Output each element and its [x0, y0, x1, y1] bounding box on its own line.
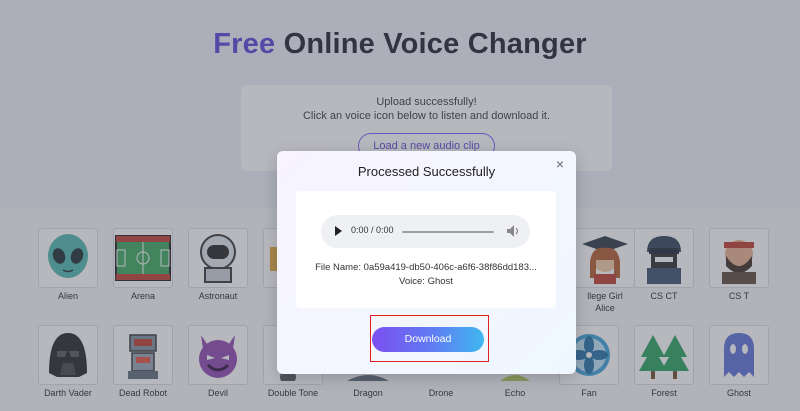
download-button[interactable]: Download: [372, 327, 484, 352]
audio-player[interactable]: 0:00 / 0:00: [321, 215, 530, 248]
file-name-line: File Name: 0a59a419-db50-406c-a6f6-38f86…: [296, 262, 556, 273]
seek-bar[interactable]: [402, 231, 494, 233]
player-time: 0:00 / 0:00: [351, 225, 394, 235]
volume-icon[interactable]: [507, 225, 521, 237]
close-icon[interactable]: ×: [553, 157, 567, 171]
file-name-value: 0a59a419-db50-406c-a6f6-38f86dd183...: [363, 262, 537, 273]
dialog-title: Processed Successfully: [357, 164, 496, 179]
file-name-label: File Name:: [315, 262, 362, 273]
voice-line: Voice: Ghost: [296, 276, 556, 287]
play-icon[interactable]: [335, 226, 342, 236]
result-panel: 0:00 / 0:00 File Name: 0a59a419-db50-406…: [296, 191, 556, 308]
processed-dialog: Processed Successfully × 0:00 / 0:00 Fil…: [277, 151, 576, 374]
voice-label-text: Voice:: [399, 276, 425, 287]
download-highlight: Download: [370, 315, 489, 362]
voice-value: Ghost: [427, 276, 453, 287]
